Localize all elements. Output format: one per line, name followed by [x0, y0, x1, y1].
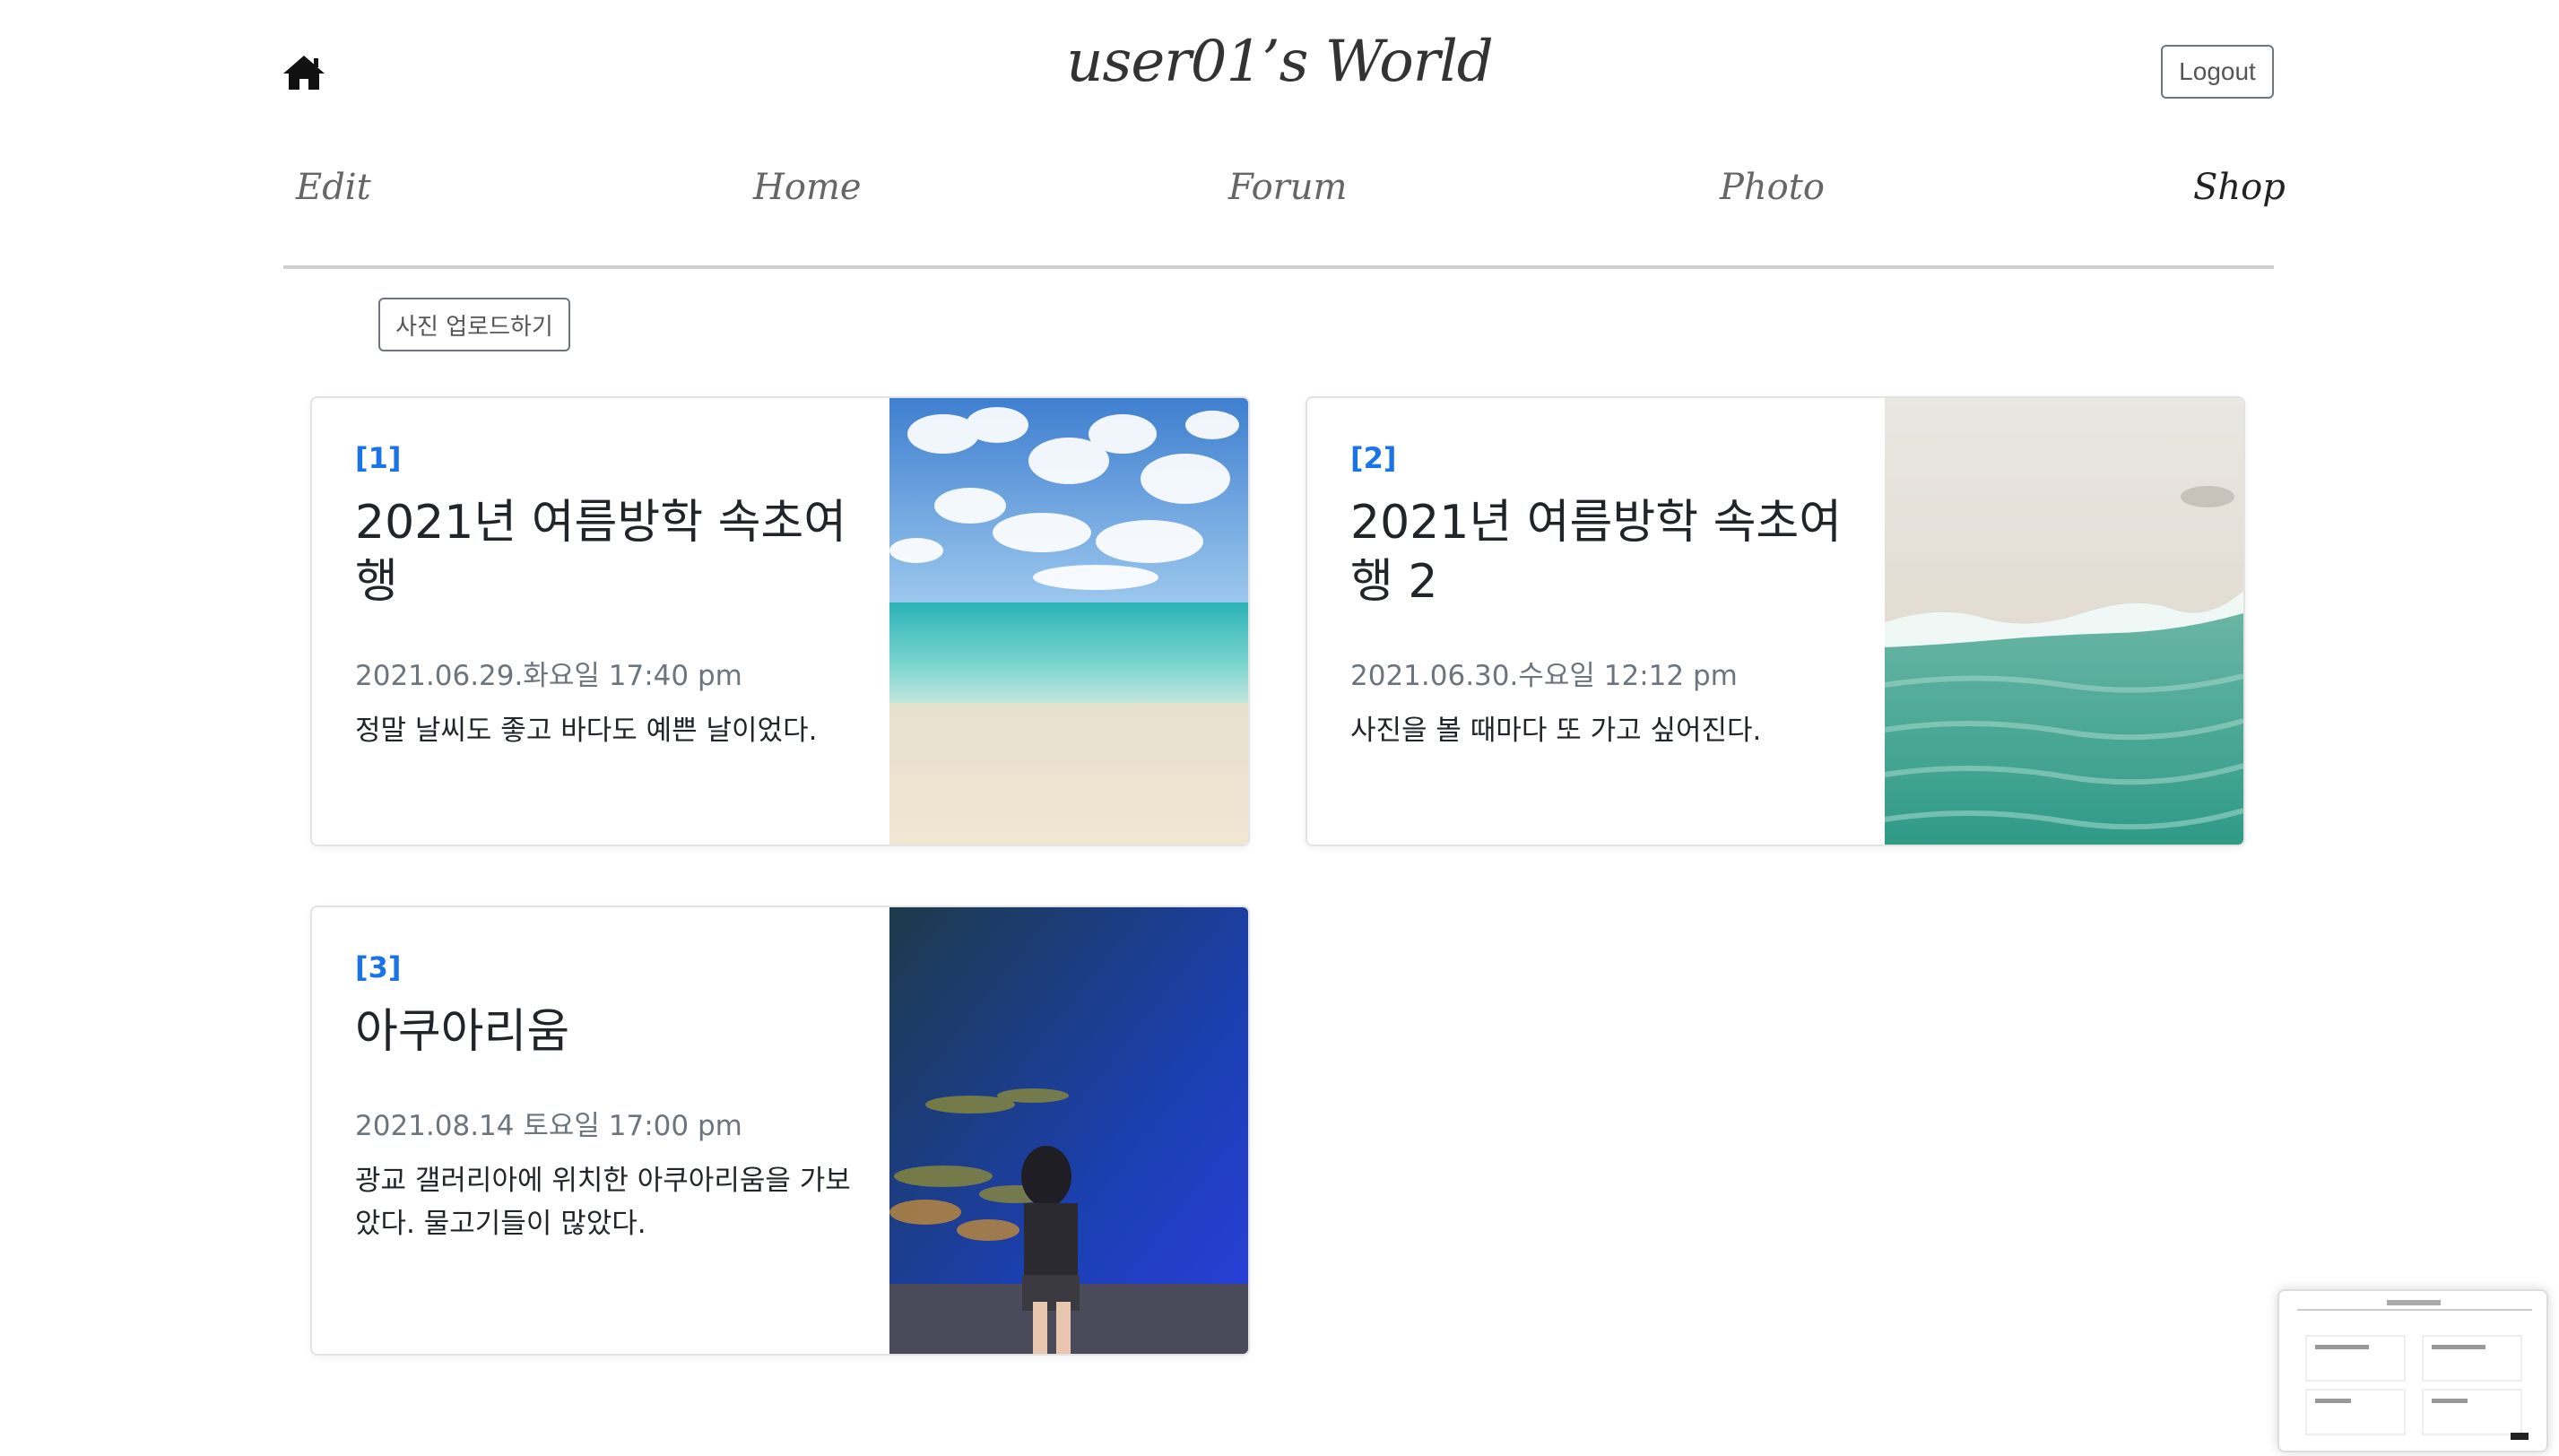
post-title: 2021년 여름방학 속초여행: [355, 496, 847, 609]
nav-photo[interactable]: Photo: [1720, 167, 1825, 208]
post-number: [2]: [1350, 441, 1397, 475]
post-text: 광교 갤러리아에 위치한 아쿠아리움을 가보았다. 물고기들이 많았다.: [355, 1165, 851, 1240]
post-title: 아쿠아리움: [355, 1005, 570, 1059]
aerial-shore-photo: [1885, 398, 2243, 845]
nav-edit[interactable]: Edit: [296, 167, 371, 208]
post-card-body: [1] 2021년 여름방학 속초여행 2021.06.29.화요일 17:40…: [355, 441, 857, 752]
beach-sky-photo: [889, 398, 1248, 845]
main-nav: Edit Home Forum Photo Shop: [283, 158, 2286, 269]
post-card-3[interactable]: [3] 아쿠아리움 2021.08.14 토요일 17:00 pm 광교 갤러리…: [310, 906, 1250, 1356]
post-card-1[interactable]: [1] 2021년 여름방학 속초여행 2021.06.29.화요일 17:40…: [310, 396, 1250, 846]
post-date: 2021.08.14 토요일 17:00 pm: [355, 1110, 742, 1142]
logout-button[interactable]: Logout: [2161, 45, 2274, 99]
site-header: user01’s World Logout: [0, 0, 2559, 143]
post-date: 2021.06.29.화요일 17:40 pm: [355, 660, 742, 692]
post-date: 2021.06.30.수요일 12:12 pm: [1350, 660, 1738, 692]
post-card-body: [2] 2021년 여름방학 속초여행 2 2021.06.30.수요일 12:…: [1350, 441, 1852, 752]
post-number: [1]: [355, 441, 402, 475]
post-card-2[interactable]: [2] 2021년 여름방학 속초여행 2 2021.06.30.수요일 12:…: [1306, 396, 2245, 846]
post-card-body: [3] 아쿠아리움 2021.08.14 토요일 17:00 pm 광교 갤러리…: [355, 950, 857, 1245]
aquarium-photo: [889, 907, 1248, 1354]
post-text: 정말 날씨도 좋고 바다도 예쁜 날이었다.: [355, 715, 818, 747]
page-minimap[interactable]: [2277, 1289, 2548, 1452]
post-number: [3]: [355, 950, 402, 984]
nav-forum[interactable]: Forum: [1228, 167, 1347, 208]
nav-home[interactable]: Home: [753, 167, 862, 208]
upload-photo-button[interactable]: 사진 업로드하기: [378, 298, 570, 351]
nav-shop[interactable]: Shop: [2193, 167, 2286, 208]
post-text: 사진을 볼 때마다 또 가고 싶어진다.: [1350, 715, 1762, 747]
post-title: 2021년 여름방학 속초여행 2: [1350, 496, 1843, 609]
